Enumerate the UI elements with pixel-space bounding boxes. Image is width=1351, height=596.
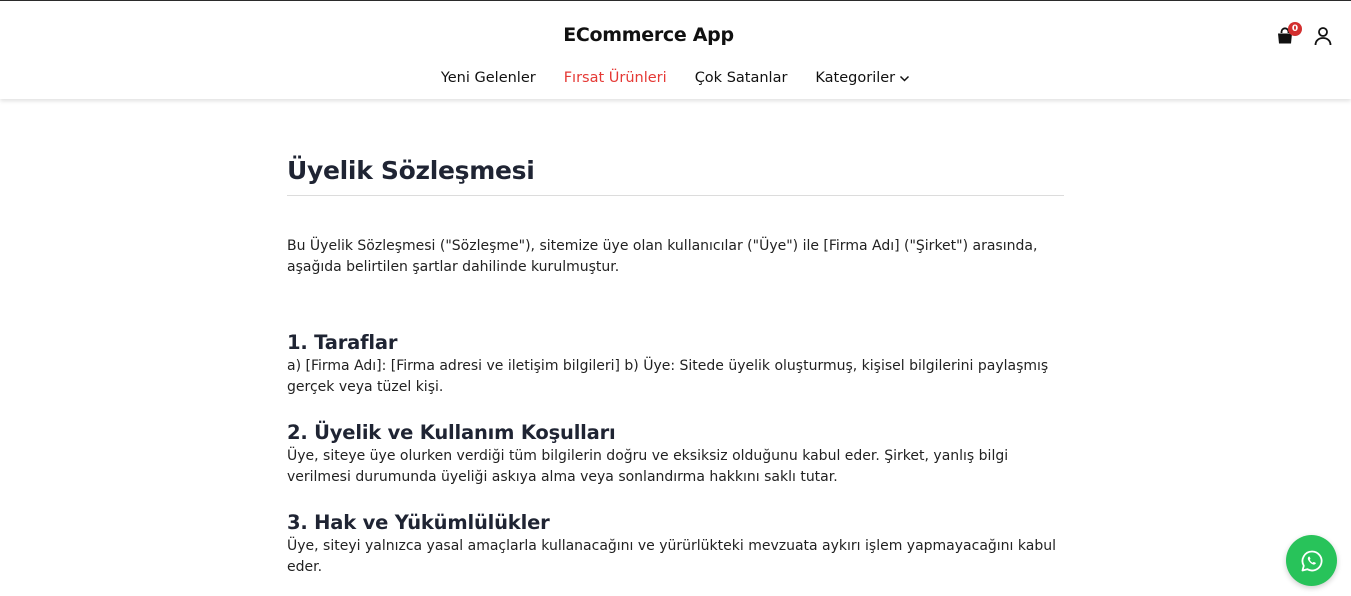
section-heading: 1. Taraflar <box>287 331 398 354</box>
cart-button[interactable]: 0 <box>1275 22 1302 47</box>
section-heading: 3. Hak ve Yükümlülükler <box>287 511 550 534</box>
chevron-down-icon <box>900 75 910 82</box>
section-uyelik-kosullari: 2. Üyelik ve Kullanım Koşulları Üye, sit… <box>287 420 1064 488</box>
intro-paragraph: Bu Üyelik Sözleşmesi ("Sözleşme"), sitem… <box>287 238 1038 275</box>
site-header: ECommerce App 0 Yeni Gelenler Fırsat Ürü… <box>0 0 1351 99</box>
page: ECommerce App 0 Yeni Gelenler Fırsat Ürü… <box>0 0 1351 596</box>
nav-item-cok-satanlar[interactable]: Çok Satanlar <box>695 70 788 86</box>
section-heading: 2. Üyelik ve Kullanım Koşulları <box>287 421 616 444</box>
header-icons: 0 <box>1275 22 1333 47</box>
whatsapp-icon <box>1301 550 1322 571</box>
section-body: a) [Firma Adı]: [Firma adresi ve iletişi… <box>287 358 1049 395</box>
main-nav: Yeni Gelenler Fırsat Ürünleri Çok Satanl… <box>0 70 1351 86</box>
nav-item-firsat-urunleri[interactable]: Fırsat Ürünleri <box>564 70 667 86</box>
section-taraflar: 1. Taraflar a) [Firma Adı]: [Firma adres… <box>287 330 1064 398</box>
account-button[interactable] <box>1313 25 1333 47</box>
cart-count-badge: 0 <box>1288 22 1302 36</box>
nav-item-yeni-gelenler[interactable]: Yeni Gelenler <box>441 70 536 86</box>
nav-item-kategoriler-label: Kategoriler <box>815 70 896 86</box>
section-body: Üye, siteye üye olurken verdiği tüm bilg… <box>287 448 1009 485</box>
user-icon <box>1314 27 1332 46</box>
nav-item-kategoriler[interactable]: Kategoriler <box>815 70 910 86</box>
whatsapp-button[interactable] <box>1286 535 1337 586</box>
section-body: Üye, siteyi yalnızca yasal amaçlarla kul… <box>287 538 1056 575</box>
section-hak-yukumlulukler: 3. Hak ve Yükümlülükler Üye, siteyi yaln… <box>287 510 1064 578</box>
page-title: Üyelik Sözleşmesi <box>287 156 1064 196</box>
agreement-content: Üyelik Sözleşmesi Bu Üyelik Sözleşmesi (… <box>287 156 1064 578</box>
brand-logo[interactable]: ECommerce App <box>0 24 1297 46</box>
